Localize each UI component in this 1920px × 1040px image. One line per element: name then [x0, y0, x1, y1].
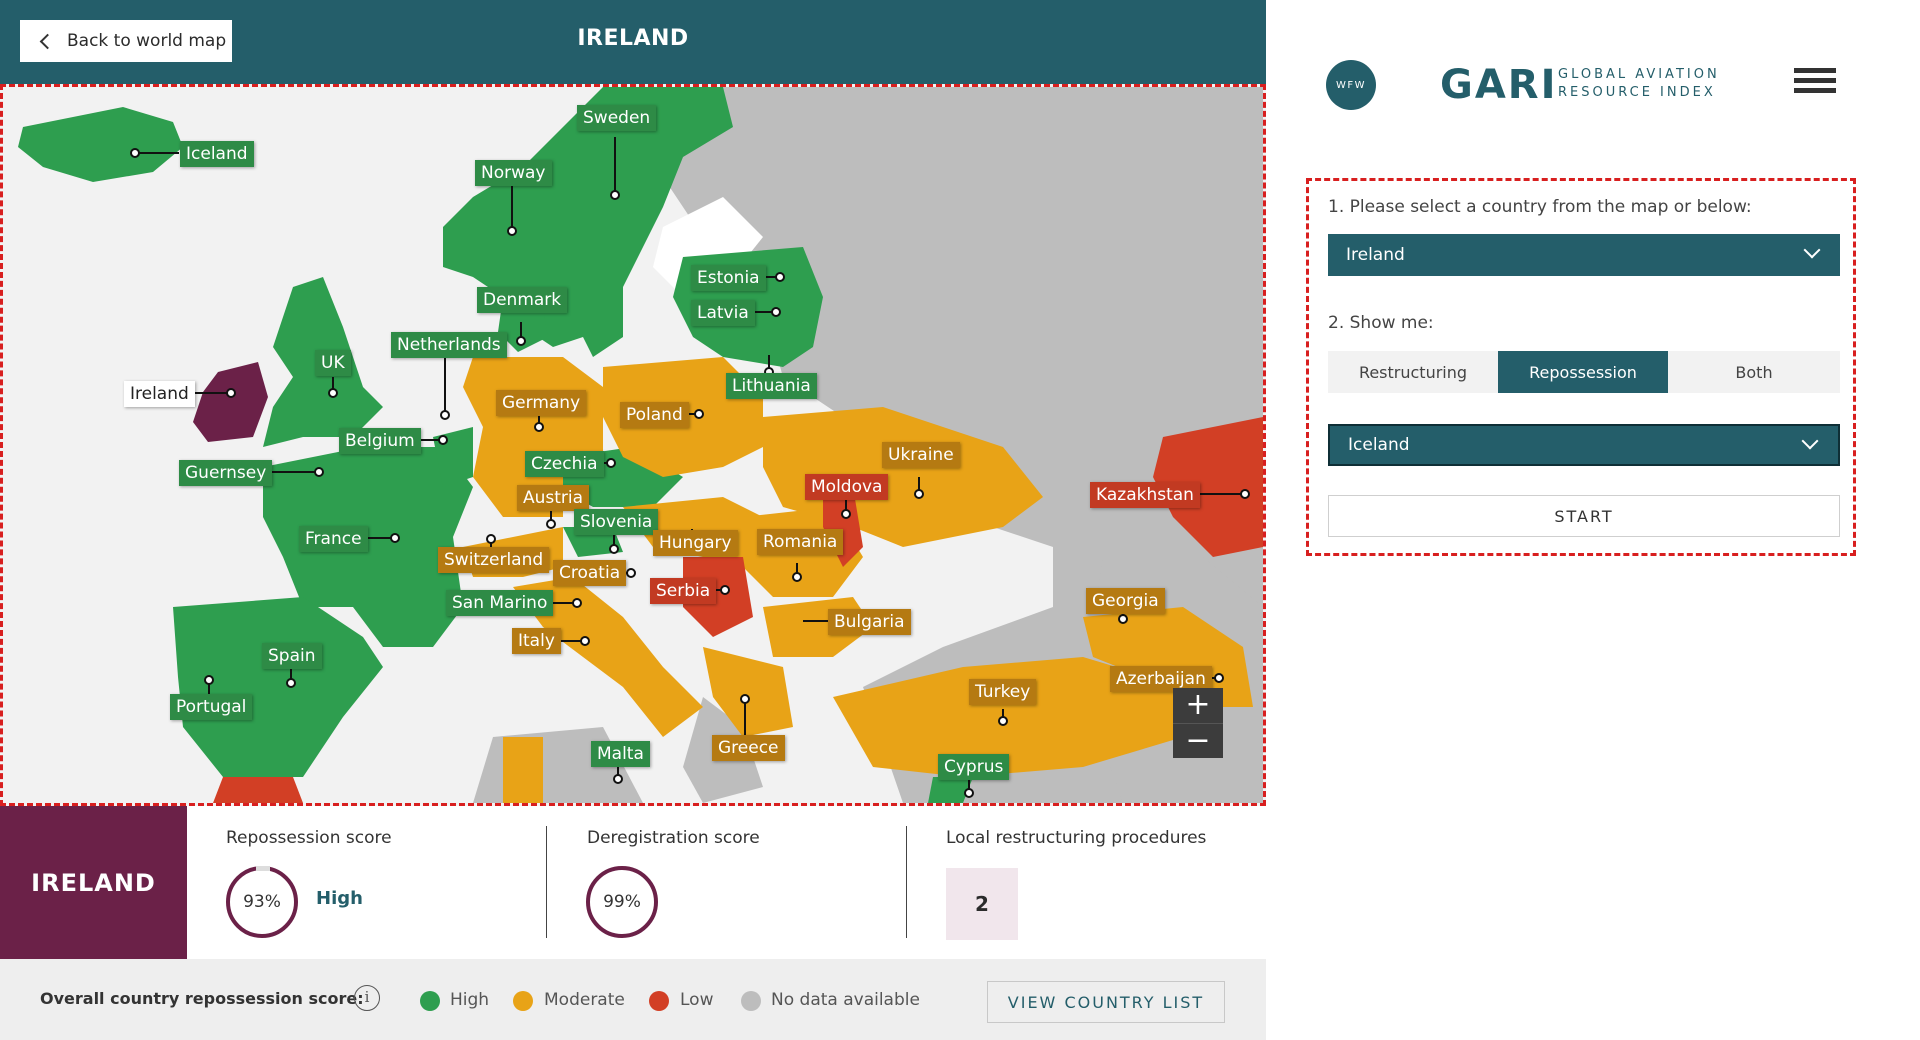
procedures-label: Local restructuring procedures — [946, 828, 1207, 848]
divider — [546, 826, 547, 938]
legend-nodata-label: No data available — [771, 990, 920, 1010]
legend-nodata-dot — [741, 991, 761, 1011]
compare-country-select[interactable]: Iceland — [1328, 424, 1840, 466]
page-title: IRELAND — [577, 26, 689, 51]
map-label-germany[interactable]: Germany — [496, 390, 587, 416]
start-button[interactable]: START — [1328, 495, 1840, 537]
europe-map[interactable]: Iceland Sweden Norway Estonia Latvia Den… — [0, 84, 1266, 806]
legend: Overall country repossession score: i Hi… — [0, 959, 1266, 1040]
map-label-romania[interactable]: Romania — [757, 529, 844, 555]
country-stats: IRELAND Repossession score 93% High Dere… — [0, 806, 1266, 959]
legend-high-label: High — [450, 990, 490, 1010]
map-label-hungary[interactable]: Hungary — [653, 530, 738, 556]
country-select[interactable]: Ireland — [1328, 234, 1840, 276]
map-label-croatia[interactable]: Croatia — [553, 560, 627, 586]
map-label-turkey[interactable]: Turkey — [969, 679, 1037, 705]
map-label-ukraine[interactable]: Ukraine — [882, 442, 960, 468]
map-label-france[interactable]: France — [299, 526, 368, 552]
map-label-poland[interactable]: Poland — [620, 402, 689, 428]
gari-tagline: GLOBAL AVIATION RESOURCE INDEX — [1558, 67, 1720, 100]
map-label-denmark[interactable]: Denmark — [477, 287, 568, 313]
zoom-out-button[interactable]: − — [1173, 723, 1223, 758]
map-label-uk[interactable]: UK — [315, 350, 351, 376]
repossession-score-ring: 93% — [226, 866, 298, 938]
repossession-score-value: 93% — [243, 892, 281, 912]
map-label-moldova[interactable]: Moldova — [805, 474, 889, 500]
map-label-bulgaria[interactable]: Bulgaria — [828, 609, 911, 635]
map-label-georgia[interactable]: Georgia — [1086, 588, 1165, 614]
map-label-iceland[interactable]: Iceland — [180, 141, 254, 167]
deregistration-score-label: Deregistration score — [587, 828, 760, 848]
info-icon[interactable]: i — [354, 985, 380, 1011]
ring-gap — [256, 866, 270, 871]
tab-both[interactable]: Both — [1668, 351, 1840, 393]
map-label-norway[interactable]: Norway — [475, 160, 552, 186]
gari-logo[interactable]: GARI — [1440, 62, 1557, 108]
map-label-kazakhstan[interactable]: Kazakhstan — [1090, 482, 1200, 508]
view-country-list-button[interactable]: VIEW COUNTRY LIST — [987, 981, 1225, 1023]
map-label-austria[interactable]: Austria — [517, 485, 590, 511]
country-select-value: Ireland — [1346, 245, 1405, 265]
side-panel: WFW GARI GLOBAL AVIATION RESOURCE INDEX … — [1266, 0, 1920, 1040]
map-label-latvia[interactable]: Latvia — [691, 300, 755, 326]
repossession-score-label: Repossession score — [226, 828, 392, 848]
map-label-serbia[interactable]: Serbia — [650, 578, 717, 604]
map-label-czechia[interactable]: Czechia — [525, 451, 604, 477]
hamburger-menu-icon[interactable] — [1794, 68, 1836, 102]
map-label-netherlands[interactable]: Netherlands — [391, 332, 507, 358]
legend-moderate-label: Moderate — [544, 990, 625, 1010]
map-label-switzerland[interactable]: Switzerland — [438, 547, 550, 573]
deregistration-score-ring: 99% — [586, 866, 658, 938]
region-iberia[interactable] — [173, 597, 383, 777]
tab-restructuring[interactable]: Restructuring — [1328, 351, 1498, 393]
step2-label: 2. Show me: — [1328, 313, 1434, 333]
repossession-rating: High — [316, 888, 363, 909]
map-label-san-marino[interactable]: San Marino — [446, 590, 554, 616]
tab-repossession[interactable]: Repossession — [1498, 351, 1668, 393]
menu-bar — [1794, 88, 1836, 93]
chevron-down-icon — [1801, 432, 1819, 450]
divider — [906, 826, 907, 938]
map-label-estonia[interactable]: Estonia — [691, 265, 766, 291]
map-label-spain[interactable]: Spain — [262, 643, 322, 669]
menu-bar — [1794, 68, 1836, 73]
country-selection-form: 1. Please select a country from the map … — [1306, 178, 1856, 556]
map-label-portugal[interactable]: Portugal — [170, 694, 253, 720]
map-label-italy[interactable]: Italy — [512, 628, 561, 654]
map-label-malta[interactable]: Malta — [591, 741, 650, 767]
zoom-in-button[interactable]: + — [1173, 688, 1223, 723]
map-label-sweden[interactable]: Sweden — [577, 105, 657, 131]
map-label-guernsey[interactable]: Guernsey — [179, 460, 273, 486]
chevron-down-icon — [1803, 241, 1821, 259]
step1-label: 1. Please select a country from the map … — [1328, 197, 1752, 217]
menu-bar — [1794, 78, 1836, 83]
map-label-greece[interactable]: Greece — [712, 735, 785, 761]
map-label-ireland[interactable]: Ireland — [124, 381, 195, 407]
wfw-logo[interactable]: WFW — [1326, 60, 1376, 110]
region-ireland-selected[interactable] — [193, 362, 268, 442]
deregistration-score-value: 99% — [603, 892, 641, 912]
map-label-slovenia[interactable]: Slovenia — [574, 509, 659, 535]
map-label-lithuania[interactable]: Lithuania — [726, 373, 817, 399]
procedures-count: 2 — [946, 868, 1018, 940]
map-label-belgium[interactable]: Belgium — [339, 428, 421, 454]
region-sardinia[interactable] — [503, 737, 543, 803]
selected-country-name: IRELAND — [0, 806, 187, 959]
region-iceland[interactable] — [18, 107, 183, 182]
legend-low-dot — [649, 991, 669, 1011]
legend-high-dot — [420, 991, 440, 1011]
header-bar: Back to world map IRELAND — [0, 0, 1266, 84]
legend-moderate-dot — [513, 991, 533, 1011]
legend-title: Overall country repossession score: — [40, 989, 364, 1008]
region-africa-low[interactable] — [213, 777, 303, 803]
map-label-cyprus[interactable]: Cyprus — [938, 754, 1010, 780]
compare-select-value: Iceland — [1348, 435, 1410, 455]
map-area: Back to world map IRELAND Iceland Sweden… — [0, 0, 1266, 1040]
legend-low-label: Low — [680, 990, 714, 1010]
